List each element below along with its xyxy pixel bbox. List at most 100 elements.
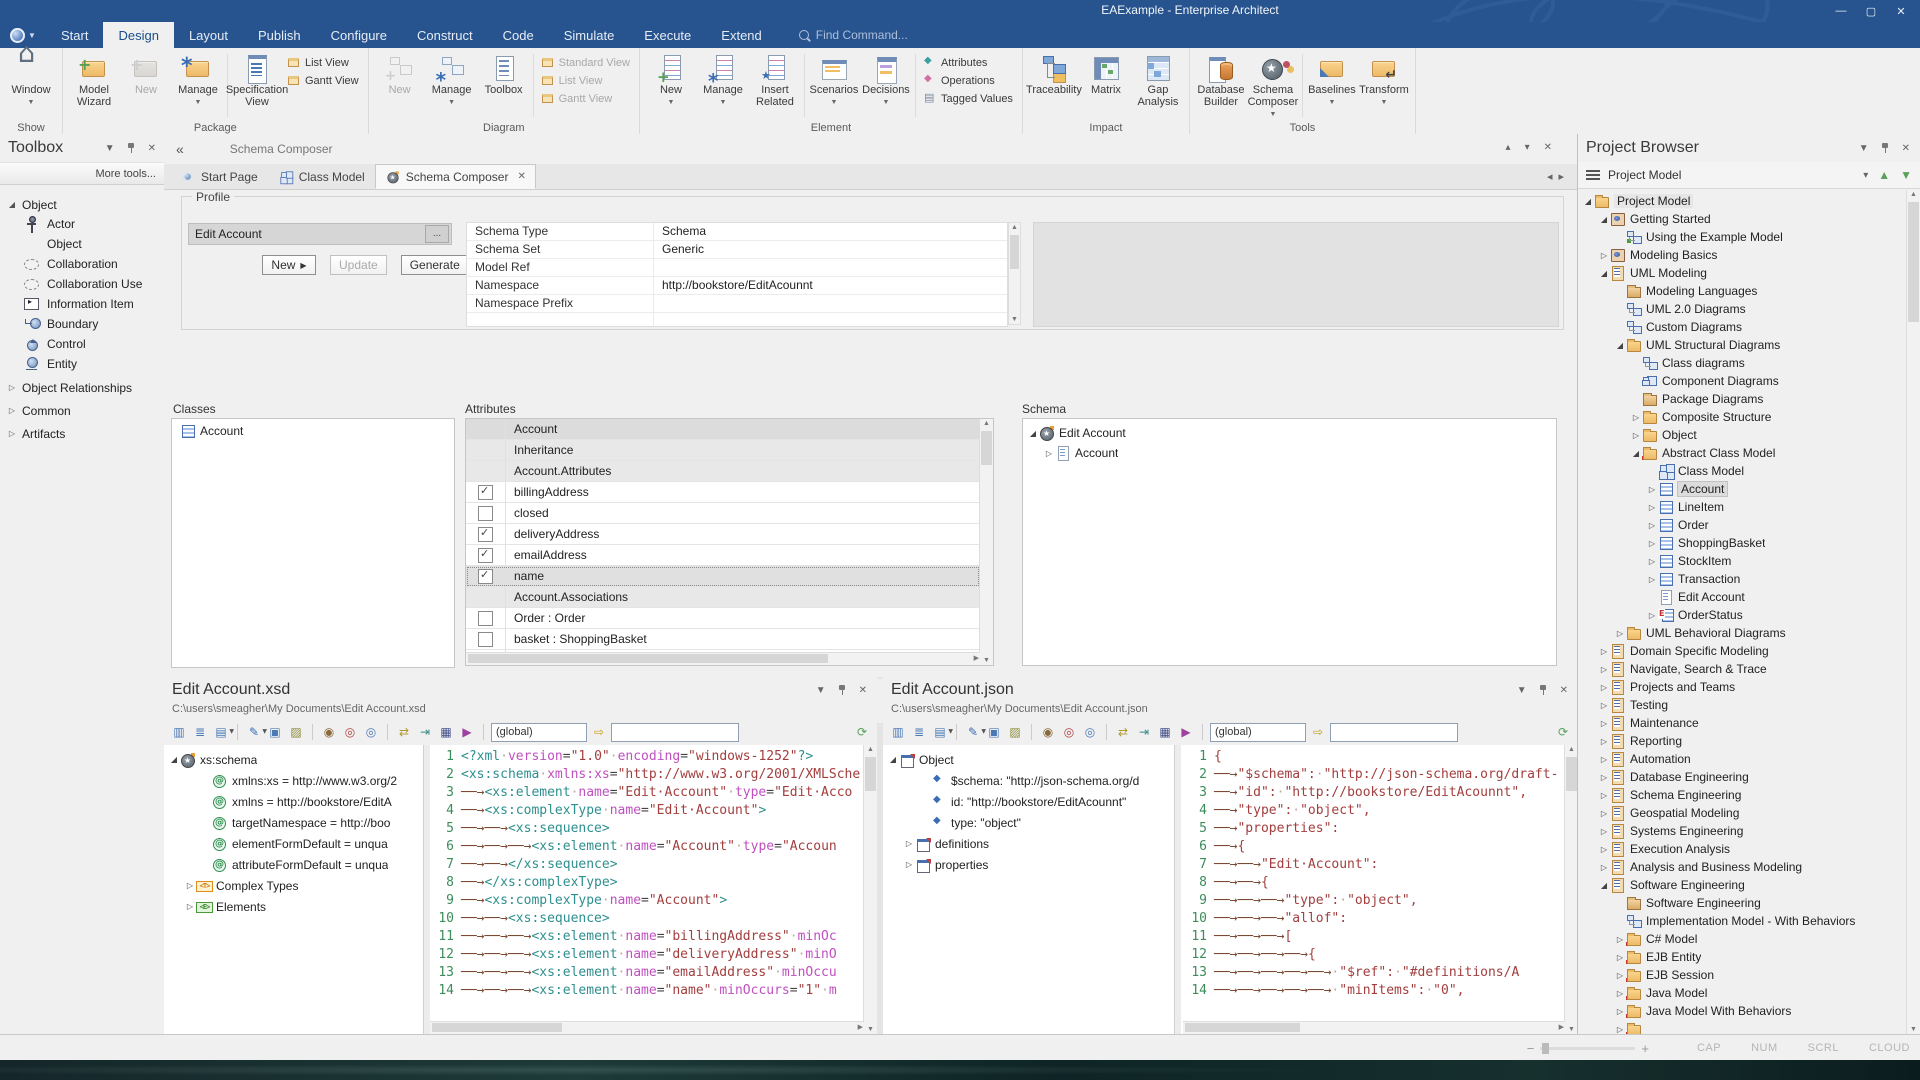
zoom-thumb[interactable] — [1542, 1043, 1549, 1054]
collapsed-arrow-icon[interactable]: ▷ — [1598, 737, 1610, 746]
pin-icon[interactable] — [1881, 142, 1890, 154]
pane-menu-icon[interactable]: ▼ — [1859, 143, 1869, 154]
close-button[interactable]: ✕ — [1886, 0, 1916, 22]
toolbox-item-object[interactable]: Object — [0, 234, 164, 254]
operations-button[interactable]: Operations — [923, 74, 1013, 87]
toolbox-item-entity[interactable]: Entity — [0, 354, 164, 374]
pin-icon[interactable] — [1539, 684, 1548, 696]
ribbon-tab-layout[interactable]: Layout — [174, 22, 243, 48]
checked-checkbox[interactable] — [478, 569, 493, 584]
attribute-row-account-associations[interactable]: Account.Associations — [466, 587, 980, 608]
scrollbar-thumb[interactable] — [1908, 202, 1919, 322]
collapsed-arrow-icon[interactable]: ▷ — [1043, 449, 1055, 458]
doc-tab-class-model[interactable]: Class Model — [268, 164, 375, 189]
json-node-type-object[interactable]: type: "object" — [883, 812, 1174, 833]
checked-checkbox[interactable] — [478, 485, 493, 500]
scope-combo[interactable] — [1210, 723, 1306, 742]
expanded-arrow-icon[interactable]: ◢ — [1614, 341, 1626, 350]
scroll-right-icon[interactable]: ▶ — [858, 1023, 863, 1031]
close-icon[interactable]: ✕ — [517, 171, 525, 182]
project-node-abstract-class-model[interactable]: ◢Abstract Class Model — [1578, 444, 1907, 462]
attribute-row-basket-shoppingbasket[interactable]: basket : ShoppingBasket — [466, 629, 980, 650]
scroll-up-icon[interactable]: ▲ — [1907, 191, 1920, 198]
project-tree-scrollbar[interactable]: ▲ ▼ — [1906, 190, 1920, 1034]
collapsed-arrow-icon[interactable]: ▷ — [1646, 575, 1658, 584]
collapsed-arrow-icon[interactable]: ▷ — [1646, 503, 1658, 512]
class-item-account[interactable]: Account — [172, 419, 454, 441]
json-horizontal-scrollbar[interactable]: ▶ — [1183, 1021, 1565, 1034]
project-node-composite-structure[interactable]: ▷Composite Structure — [1578, 408, 1907, 426]
transform-button[interactable]: Transform▼ — [1358, 51, 1410, 109]
collapsed-arrow-icon[interactable]: ▷ — [1598, 683, 1610, 692]
browse-button[interactable]: ... — [425, 225, 449, 243]
grid-icon[interactable]: ▦ — [437, 723, 455, 741]
database-builder-button[interactable]: Database Builder — [1195, 51, 1247, 108]
expanded-arrow-icon[interactable]: ◢ — [1630, 449, 1642, 458]
attribute-row-billingaddress[interactable]: billingAddress — [466, 482, 980, 503]
collapsed-arrow-icon[interactable]: ▷ — [1598, 827, 1610, 836]
collapsed-arrow-icon[interactable]: ▷ — [903, 860, 915, 869]
attributes-button[interactable]: Attributes — [923, 56, 1013, 69]
xsd-node-attributeformdefault-unqua[interactable]: attributeFormDefault = unqua — [164, 854, 423, 875]
toolbox-section-object-relationships[interactable]: ▷Object Relationships — [0, 378, 164, 397]
project-node-reporting[interactable]: ▷Reporting — [1578, 732, 1907, 750]
hamburger-menu-icon[interactable] — [1586, 170, 1600, 172]
refresh-icon[interactable]: ⟳ — [1554, 723, 1572, 741]
collapsed-arrow-icon[interactable]: ▷ — [1614, 971, 1626, 980]
numbered-list-icon[interactable]: ≣ — [191, 723, 209, 741]
attribute-row-account[interactable]: Account — [466, 419, 980, 440]
search-combo[interactable] — [1330, 723, 1458, 742]
collapsed-arrow-icon[interactable]: ▷ — [1598, 809, 1610, 818]
project-node-transaction[interactable]: ▷Transaction — [1578, 570, 1907, 588]
attribute-row-emailaddress[interactable]: emailAddress — [466, 545, 980, 566]
attribute-row-inheritance[interactable]: Inheritance — [466, 440, 980, 461]
collapsed-arrow-icon[interactable]: ▷ — [1646, 521, 1658, 530]
scope-combo[interactable] — [491, 723, 587, 742]
close-icon[interactable]: ✕ — [1560, 685, 1568, 696]
properties-icon[interactable]: ▤▼ — [212, 723, 230, 741]
scroll-up-icon[interactable]: ▲ — [864, 746, 877, 753]
xsd-node-complex-types[interactable]: ▷Complex Types — [164, 875, 423, 896]
attribute-row-account-attributes[interactable]: Account.Attributes — [466, 461, 980, 482]
project-node-ejb-session[interactable]: ▷EJB Session — [1578, 966, 1907, 984]
move-down-icon[interactable]: ▼ — [1900, 168, 1912, 182]
close-icon[interactable]: ✕ — [1544, 142, 1552, 153]
traceability-button[interactable]: Traceability — [1028, 51, 1080, 96]
project-node-class-diagrams[interactable]: Class diagrams — [1578, 354, 1907, 372]
edit-icon[interactable]: ✎▼ — [964, 723, 982, 741]
manage-button[interactable]: Manage▼ — [426, 51, 478, 109]
project-node-systems-engineering[interactable]: ▷Systems Engineering — [1578, 822, 1907, 840]
expanded-arrow-icon[interactable]: ◢ — [1598, 881, 1610, 890]
goto-icon[interactable]: ⇥ — [416, 723, 434, 741]
search-icon[interactable]: ◎ — [341, 723, 359, 741]
collapsed-arrow-icon[interactable]: ▷ — [184, 902, 196, 911]
scrollbar-thumb[interactable] — [981, 431, 992, 465]
ribbon-tab-start[interactable]: Start — [46, 22, 103, 48]
project-node-domain-specific-modeling[interactable]: ▷Domain Specific Modeling — [1578, 642, 1907, 660]
property-value[interactable] — [654, 295, 1007, 312]
project-node-component-diagrams[interactable]: Component Diagrams — [1578, 372, 1907, 390]
search-next-icon[interactable]: ◎ — [362, 723, 380, 741]
expanded-arrow-icon[interactable]: ◢ — [1027, 429, 1039, 438]
scroll-up-icon[interactable]: ▲ — [1009, 224, 1020, 231]
property-value[interactable]: http://bookstore/EditAcounnt — [654, 277, 1007, 294]
expanded-arrow-icon[interactable]: ◢ — [1598, 269, 1610, 278]
doc-tab-schema-composer[interactable]: Schema Composer✕ — [375, 164, 536, 189]
collapsed-arrow-icon[interactable]: ▷ — [1630, 431, 1642, 440]
matrix-button[interactable]: Matrix — [1080, 51, 1132, 96]
property-row-empty[interactable] — [467, 313, 1007, 327]
copy-icon[interactable]: ▣ — [266, 723, 284, 741]
insert-related-button[interactable]: Insert Related — [749, 51, 801, 108]
attribute-row-closed[interactable]: closed — [466, 503, 980, 524]
generate-button[interactable]: Generate — [401, 255, 469, 275]
toolbox-section-object[interactable]: ◢Object — [0, 195, 164, 214]
collapsed-arrow-icon[interactable]: ▷ — [1598, 755, 1610, 764]
pin-icon[interactable] — [838, 684, 847, 696]
project-node-maintenance[interactable]: ▷Maintenance — [1578, 714, 1907, 732]
json-node-id-http-bookstore-editacounnt[interactable]: id: "http://bookstore/EditAcounnt" — [883, 791, 1174, 812]
project-node-navigate-search-trace[interactable]: ▷Navigate, Search & Trace — [1578, 660, 1907, 678]
project-node-item[interactable]: ▷ — [1578, 1020, 1907, 1034]
property-grid-scrollbar[interactable]: ▲ ▼ — [1008, 222, 1021, 325]
navigate-icon[interactable]: ⇨ — [590, 723, 608, 741]
toolbox-item-actor[interactable]: Actor — [0, 214, 164, 234]
